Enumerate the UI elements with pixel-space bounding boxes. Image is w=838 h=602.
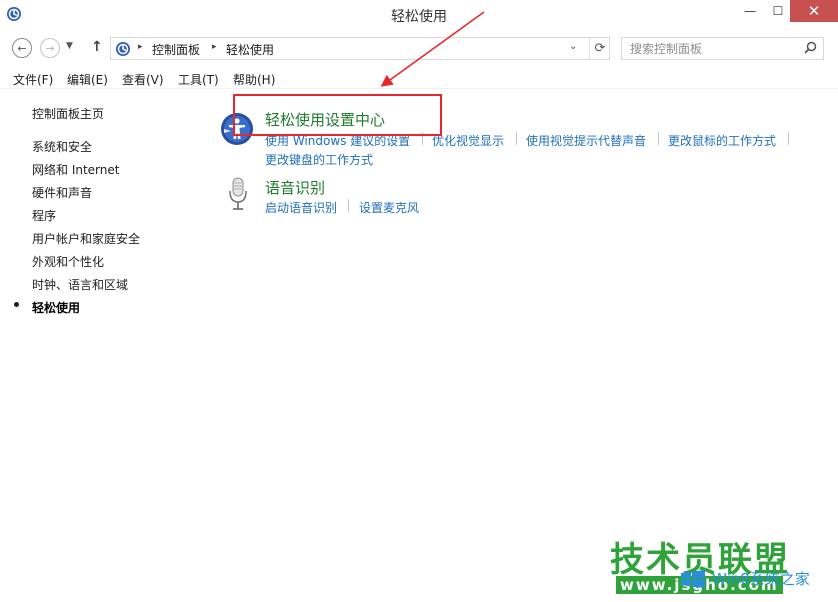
watermark-subtitle: Win8系统之家 [712,570,810,588]
maximize-button[interactable]: ☐ [764,0,792,22]
window-title: 轻松使用 [391,9,447,25]
breadcrumb-control-panel[interactable]: 控制面板 [152,41,200,58]
menu-view[interactable]: 查看(V) [122,71,164,88]
sidebar-item-clock-language-region[interactable]: 时钟、语言和区域 [32,276,128,293]
main-content: 轻松使用设置中心 使用 Windows 建议的设置 优化视觉显示 使用视觉提示代… [210,90,838,602]
sidebar: 控制面板主页 系统和安全 网络和 Internet 硬件和声音 程序 用户帐户和… [0,90,210,602]
control-panel-icon [116,42,130,56]
sidebar-item-hardware-sound[interactable]: 硬件和声音 [32,184,92,201]
windows-logo-icon [681,570,705,588]
link-separator [658,132,659,145]
search-input[interactable] [622,38,798,59]
link-visual-cues-for-sounds[interactable]: 使用视觉提示代替声音 [526,132,646,149]
link-separator [516,132,517,145]
link-separator [348,199,349,212]
breadcrumb-ease-of-access[interactable]: 轻松使用 [226,41,274,58]
forward-button[interactable]: → [40,38,60,58]
close-button[interactable]: ✕ [790,0,838,22]
link-optimize-visual-display[interactable]: 优化视觉显示 [432,132,504,149]
sidebar-control-panel-home[interactable]: 控制面板主页 [32,105,104,122]
sidebar-item-programs[interactable]: 程序 [32,207,56,224]
link-change-keyboard-settings[interactable]: 更改键盘的工作方式 [265,151,373,168]
sidebar-item-network-internet[interactable]: 网络和 Internet [32,161,119,178]
sidebar-item-user-accounts[interactable]: 用户帐户和家庭安全 [32,230,140,247]
navigation-bar: ← → ▼ ↑ ▸ 控制面板 ▸ 轻松使用 ⌄ ⟳ [0,30,838,66]
sidebar-item-appearance[interactable]: 外观和个性化 [32,253,104,270]
sidebar-item-ease-of-access: 轻松使用 [32,301,81,315]
refresh-button[interactable]: ⟳ [589,38,610,59]
link-start-speech-recognition[interactable]: 启动语音识别 [265,199,337,216]
title-bar: 轻松使用 — ☐ ✕ [0,0,838,30]
recent-locations-button[interactable]: ▼ [66,41,73,51]
menu-help[interactable]: 帮助(H) [233,71,275,88]
sidebar-item-system-security[interactable]: 系统和安全 [32,138,92,155]
menu-file[interactable]: 文件(F) [13,71,53,88]
link-set-up-microphone[interactable]: 设置麦克风 [359,199,419,216]
breadcrumb-separator[interactable]: ▸ [138,42,143,52]
address-dropdown-button[interactable]: ⌄ [569,41,577,52]
menu-bar: 文件(F) 编辑(E) 查看(V) 工具(T) 帮助(H) [0,67,838,89]
watermark: 技术员联盟 www.jsgho.com Win8系统之家 [606,532,838,602]
search-icon[interactable] [802,40,818,56]
link-change-mouse-settings[interactable]: 更改鼠标的工作方式 [668,132,776,149]
minimize-button[interactable]: — [736,0,764,22]
current-item-bullet [14,302,19,307]
back-button[interactable]: ← [12,38,32,58]
search-box[interactable] [621,37,824,60]
address-bar[interactable]: ▸ 控制面板 ▸ 轻松使用 ⌄ ⟳ [110,37,610,60]
menu-edit[interactable]: 编辑(E) [67,71,108,88]
link-separator [788,132,789,145]
up-button[interactable]: ↑ [91,39,103,55]
menu-tools[interactable]: 工具(T) [178,71,219,88]
microphone-icon[interactable] [228,177,248,211]
breadcrumb-separator[interactable]: ▸ [212,42,217,52]
category-title-speech-recognition[interactable]: 语音识别 [265,177,325,198]
annotation-highlight-box [233,94,442,136]
